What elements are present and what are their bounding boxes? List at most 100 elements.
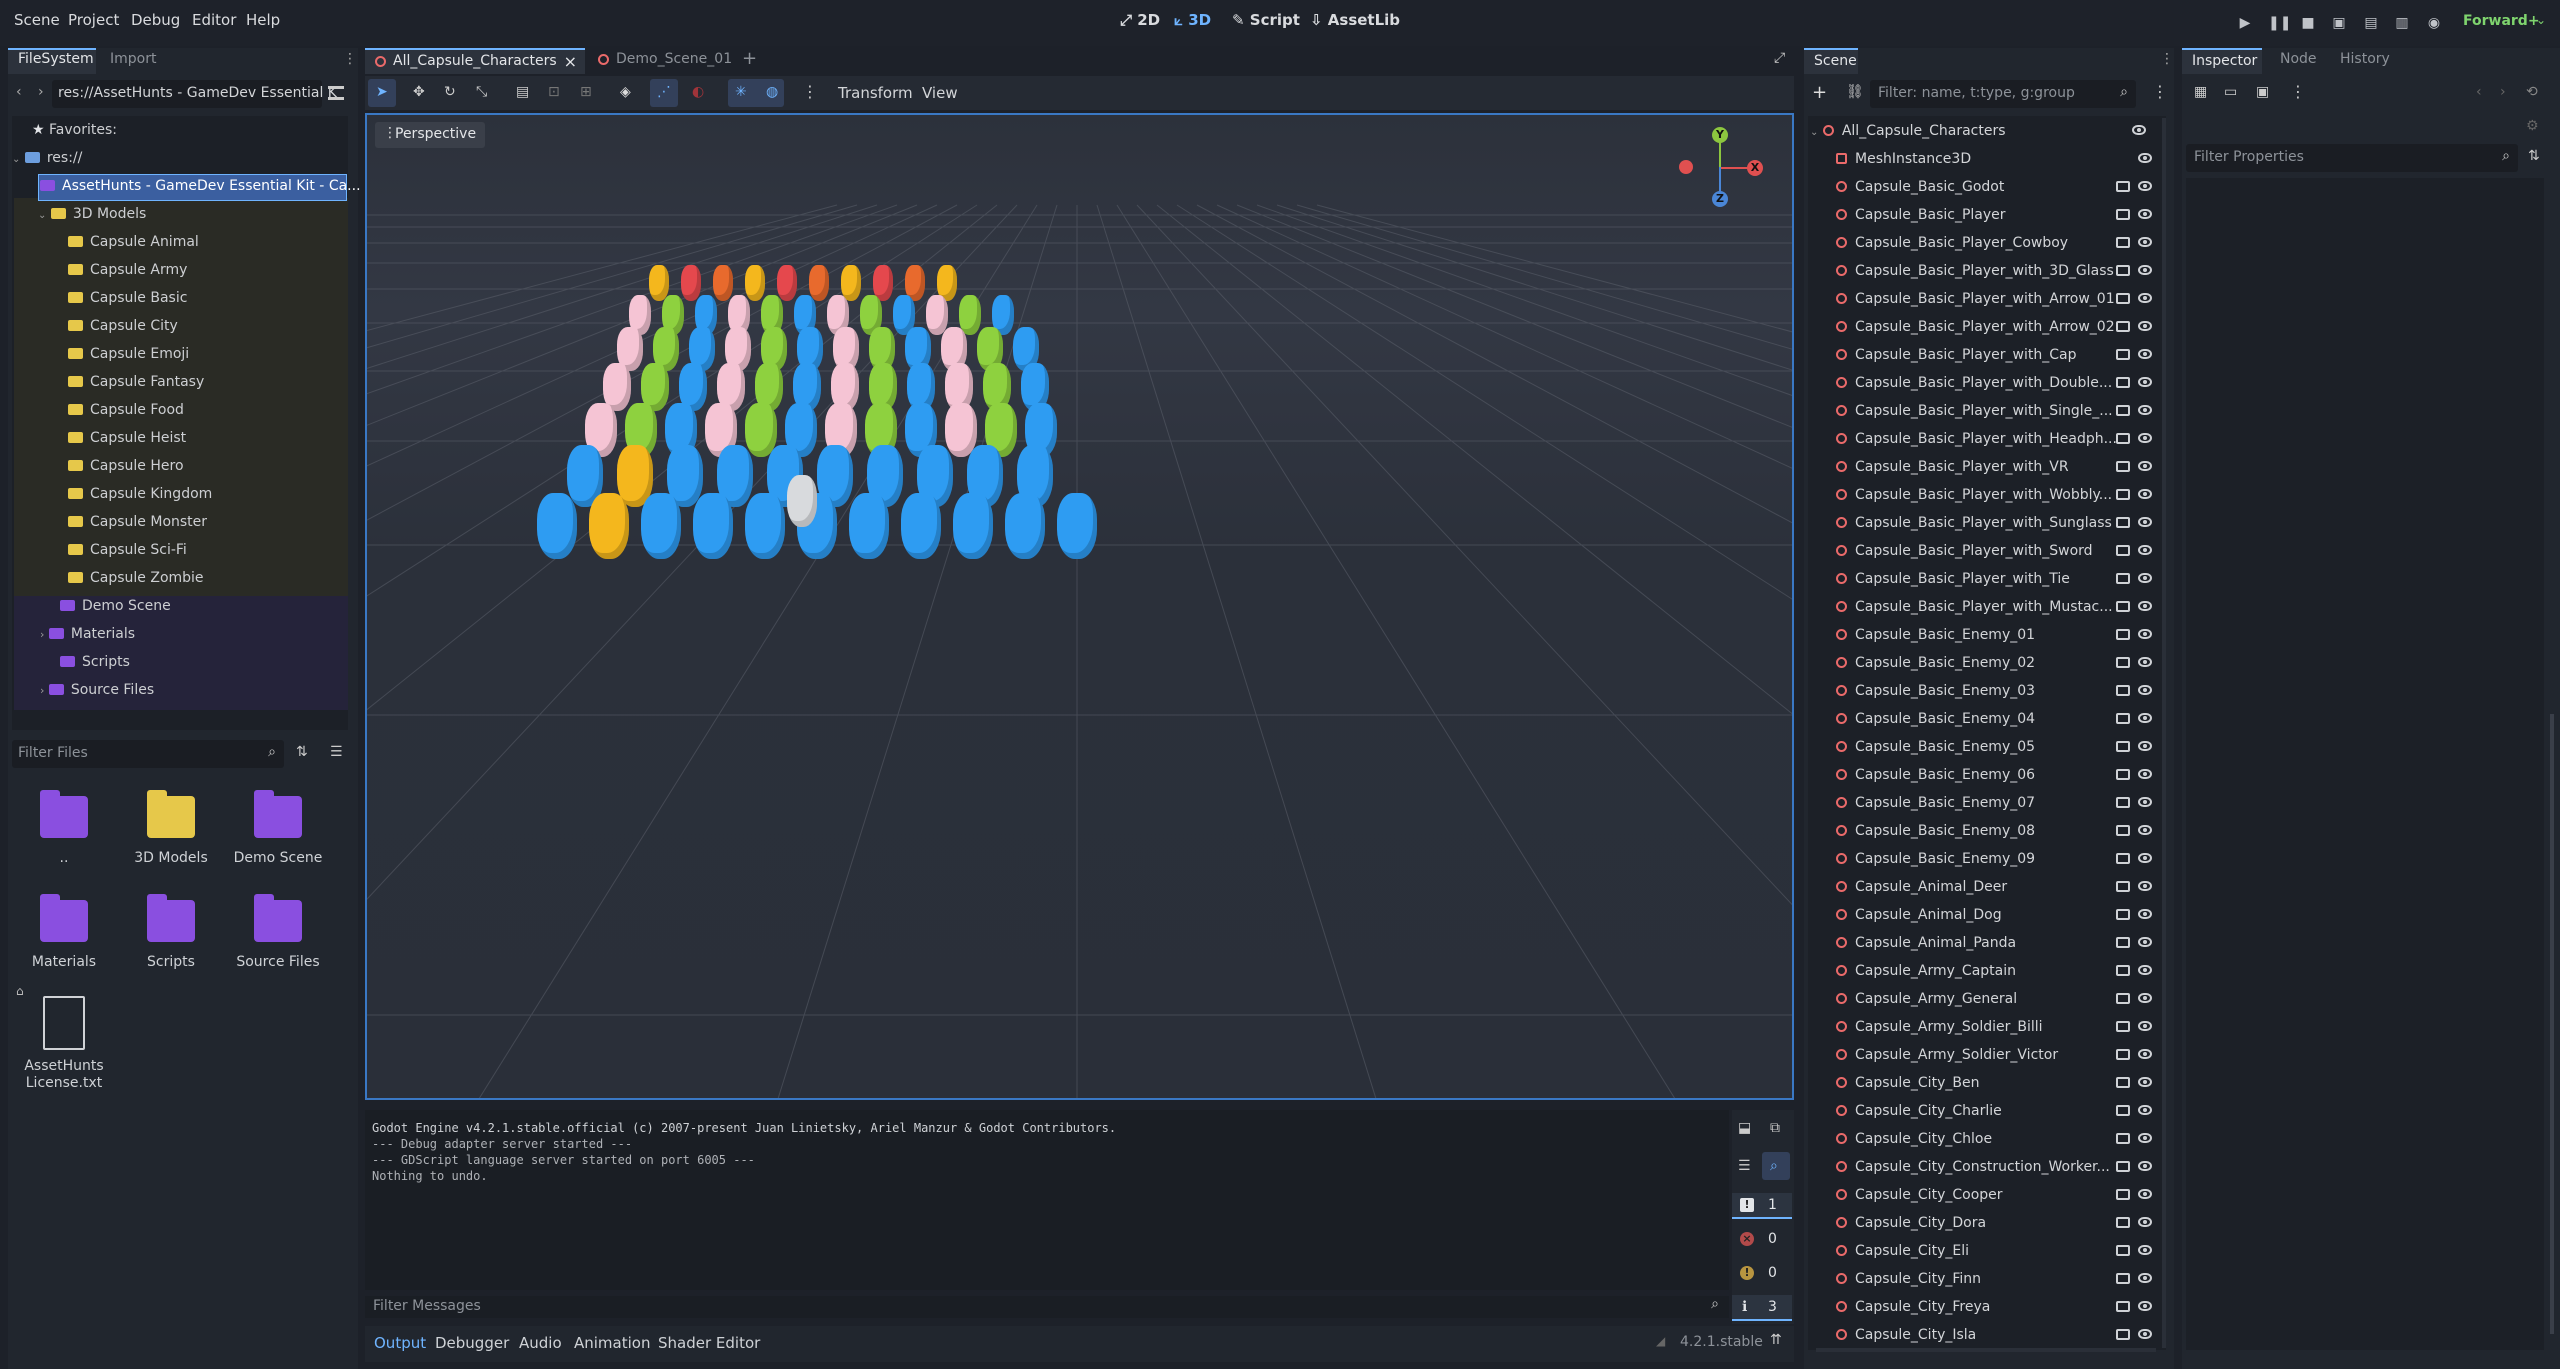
back-arrow-icon[interactable]: ‹: [16, 84, 22, 100]
scene-node[interactable]: Capsule_City_Ben: [1836, 1069, 2162, 1097]
kebab-menu-icon[interactable]: ⋮: [2152, 82, 2168, 101]
open-in-editor-icon[interactable]: [2116, 349, 2130, 360]
scene-node[interactable]: Capsule_Basic_Enemy_02: [1836, 649, 2162, 677]
close-icon[interactable]: ×: [564, 52, 577, 71]
menu-help[interactable]: Help: [246, 11, 280, 29]
history-back-icon[interactable]: ‹: [2476, 84, 2482, 100]
expand-panel-icon[interactable]: ⇈: [1770, 1332, 1782, 1348]
open-in-editor-icon[interactable]: [2116, 853, 2130, 864]
open-in-editor-icon[interactable]: [2116, 517, 2130, 528]
visibility-eye-icon[interactable]: [2138, 909, 2152, 919]
open-in-editor-icon[interactable]: [2116, 433, 2130, 444]
list-view-icon[interactable]: ☰: [330, 744, 343, 760]
workspace-3d[interactable]: ⟀ 3D: [1174, 11, 1211, 29]
scene-node[interactable]: Capsule_Basic_Enemy_03: [1836, 677, 2162, 705]
select-tool-icon[interactable]: ➤: [376, 84, 388, 100]
link-icon[interactable]: ⛓: [1846, 84, 1864, 100]
view-menu[interactable]: View: [922, 84, 958, 102]
play-scene-icon[interactable]: ▤: [2362, 14, 2380, 32]
tree-source-files[interactable]: › Source Files: [40, 677, 376, 704]
open-in-editor-icon[interactable]: [2116, 769, 2130, 780]
move-tool-icon[interactable]: ✥: [413, 84, 425, 100]
pause-icon[interactable]: ❚❚: [2268, 14, 2291, 32]
scene-node[interactable]: Capsule_City_Eli: [1836, 1237, 2162, 1265]
visibility-eye-icon[interactable]: [2138, 601, 2152, 611]
open-in-editor-icon[interactable]: [2116, 293, 2130, 304]
open-in-editor-icon[interactable]: [2116, 713, 2130, 724]
menu-debug[interactable]: Debug: [131, 11, 180, 29]
scene-node[interactable]: Capsule_Army_Captain: [1836, 957, 2162, 985]
open-in-editor-icon[interactable]: [2116, 1329, 2130, 1340]
bottom-tab-shader-editor[interactable]: Shader Editor: [658, 1334, 760, 1352]
visibility-eye-icon[interactable]: [2138, 1217, 2152, 1227]
open-in-editor-icon[interactable]: [2116, 265, 2130, 276]
rotate-tool-icon[interactable]: ↻: [444, 84, 456, 100]
path-field[interactable]: res://AssetHunts - GameDev Essential K: [52, 80, 337, 108]
visibility-eye-icon[interactable]: [2138, 405, 2152, 415]
workspace-2d[interactable]: ⤢ 2D: [1120, 11, 1160, 29]
scene-node[interactable]: Capsule_Basic_Player_with_Mustac...: [1836, 593, 2162, 621]
scene-node[interactable]: Capsule_Basic_Player_with_3D_Glass: [1836, 257, 2162, 285]
scene-node[interactable]: Capsule_Animal_Panda: [1836, 929, 2162, 957]
open-in-editor-icon[interactable]: [2116, 1161, 2130, 1172]
object-history-icon[interactable]: ⟲: [2526, 84, 2538, 100]
visibility-eye-icon[interactable]: [2138, 265, 2152, 275]
tree-favorites[interactable]: ★ Favorites:: [12, 117, 348, 144]
bottom-tab-debugger[interactable]: Debugger: [435, 1334, 509, 1352]
scene-node[interactable]: Capsule_Basic_Enemy_04: [1836, 705, 2162, 733]
open-in-editor-icon[interactable]: [2116, 1105, 2130, 1116]
3d-viewport[interactable]: ⋮ Perspective Y X Z: [365, 113, 1794, 1100]
visibility-eye-icon[interactable]: [2138, 181, 2152, 191]
add-node-icon[interactable]: +: [1812, 82, 1827, 103]
visibility-eye-icon[interactable]: [2138, 881, 2152, 891]
visibility-eye-icon[interactable]: [2138, 1329, 2152, 1339]
open-in-editor-icon[interactable]: [2116, 797, 2130, 808]
file-tile-up[interactable]: ..: [14, 790, 114, 866]
scene-node[interactable]: MeshInstance3D: [1836, 145, 2162, 173]
tree-root[interactable]: ⌄ res://: [12, 145, 348, 172]
open-in-editor-icon[interactable]: [2116, 1245, 2130, 1256]
menu-project[interactable]: Project: [68, 11, 119, 29]
forward-arrow-icon[interactable]: ›: [38, 84, 44, 100]
scene-node[interactable]: Capsule_Basic_Player_with_Single_...: [1836, 397, 2162, 425]
filter-log-button[interactable]: ! 1: [1732, 1193, 1792, 1219]
open-in-editor-icon[interactable]: [2116, 909, 2130, 920]
visibility-eye-icon[interactable]: [2138, 517, 2152, 527]
open-in-editor-icon[interactable]: [2116, 209, 2130, 220]
property-options-icon[interactable]: ⇅: [2528, 148, 2540, 164]
visibility-eye-icon[interactable]: [2138, 965, 2152, 975]
visibility-eye-icon[interactable]: [2138, 573, 2152, 583]
open-in-editor-icon[interactable]: [2116, 377, 2130, 388]
workspace-assetlib[interactable]: ⇩ AssetLib: [1310, 11, 1400, 29]
transform-menu[interactable]: Transform: [838, 84, 913, 102]
open-in-editor-icon[interactable]: [2116, 489, 2130, 500]
scene-node[interactable]: Capsule_Basic_Player_with_Sword: [1836, 537, 2162, 565]
scene-node[interactable]: Capsule_Basic_Player_with_Arrow_01: [1836, 285, 2162, 313]
open-in-editor-icon[interactable]: [2116, 685, 2130, 696]
filter-messages-button[interactable]: ℹ 3: [1732, 1295, 1792, 1321]
open-in-editor-icon[interactable]: [2116, 321, 2130, 332]
tab-import[interactable]: Import: [110, 51, 156, 67]
scene-node[interactable]: Capsule_City_Construction_Worker...: [1836, 1153, 2162, 1181]
bottom-tab-audio[interactable]: Audio: [519, 1334, 562, 1352]
visibility-eye-icon[interactable]: [2138, 1021, 2152, 1031]
tree-materials[interactable]: › Materials: [40, 621, 376, 648]
visibility-eye-icon[interactable]: [2138, 1301, 2152, 1311]
sun-preview-icon[interactable]: ✳: [735, 84, 747, 100]
scene-filter-input[interactable]: Filter: name, t:type, g:group ⌕: [1870, 80, 2136, 108]
scene-node[interactable]: Capsule_Animal_Dog: [1836, 901, 2162, 929]
filter-errors-button[interactable]: × 0: [1732, 1227, 1792, 1253]
history-forward-icon[interactable]: ›: [2500, 84, 2506, 100]
open-in-editor-icon[interactable]: [2116, 937, 2130, 948]
visibility-eye-icon[interactable]: [2138, 1273, 2152, 1283]
tree-scripts[interactable]: Scripts: [60, 649, 396, 676]
open-in-editor-icon[interactable]: [2116, 545, 2130, 556]
visibility-eye-icon[interactable]: [2138, 1105, 2152, 1115]
stop-icon[interactable]: ■: [2299, 14, 2317, 32]
scene-node[interactable]: Capsule_Basic_Player_with_Cap: [1836, 341, 2162, 369]
open-in-editor-icon[interactable]: [2116, 573, 2130, 584]
visibility-eye-icon[interactable]: [2138, 657, 2152, 667]
visibility-eye-icon[interactable]: [2138, 1133, 2152, 1143]
environment-preview-icon[interactable]: ◍: [766, 84, 778, 100]
tab-all-capsule-characters[interactable]: All_Capsule_Characters ×: [365, 48, 585, 74]
